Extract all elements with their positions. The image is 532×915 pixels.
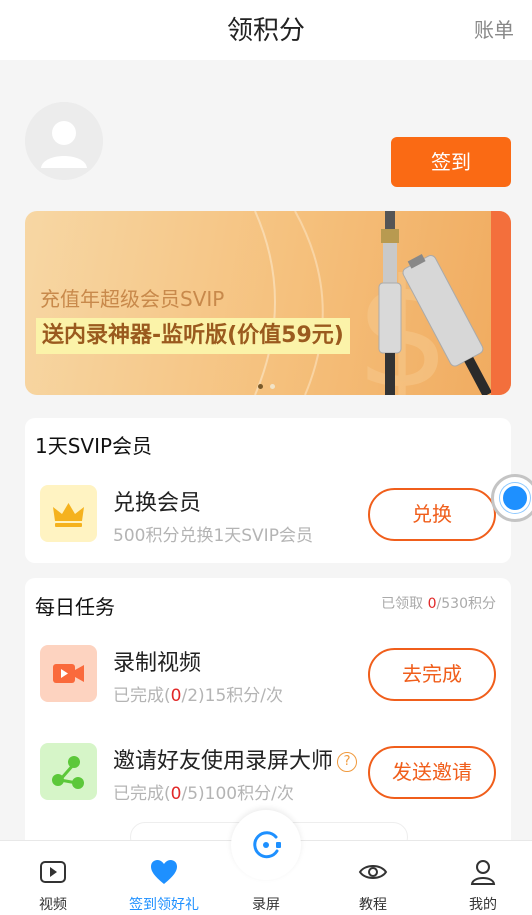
bill-link[interactable]: 账单 bbox=[474, 14, 514, 43]
go-complete-button[interactable]: 去完成 bbox=[368, 648, 496, 701]
tab-mine[interactable]: 我的 bbox=[438, 841, 528, 915]
tab-signin-gift[interactable]: 签到领好礼 bbox=[119, 841, 209, 915]
banner-subheadline: 送内录神器-监听版(价值59元) bbox=[36, 318, 350, 354]
exchange-button[interactable]: 兑换 bbox=[368, 488, 496, 541]
claimed-value: 0 bbox=[427, 596, 437, 612]
progress-prefix: 已完成( bbox=[113, 784, 171, 804]
eye-icon bbox=[358, 865, 388, 879]
crown-icon bbox=[40, 485, 97, 542]
page-title: 领积分 bbox=[226, 16, 305, 46]
svip-card: 1天SVIP会员 兑换会员 500积分兑换1天SVIP会员 兑换 bbox=[25, 418, 511, 563]
banner-headline: 充值年超级会员SVIP bbox=[40, 287, 225, 311]
task-record-video-progress: 已完成(0/2)15积分/次 bbox=[113, 681, 283, 706]
avatar[interactable] bbox=[25, 102, 103, 180]
progress-suffix: /5)100积分/次 bbox=[181, 784, 294, 804]
promo-banner[interactable]: $ 充值年超级会员SVIP 送内录神器-监听版(价值59元) bbox=[25, 211, 511, 395]
progress-suffix: /2)15积分/次 bbox=[181, 686, 284, 706]
heart-icon bbox=[151, 860, 177, 884]
invite-title-text: 邀请好友使用录屏大师 bbox=[113, 749, 334, 774]
send-invite-button[interactable]: 发送邀请 bbox=[368, 746, 496, 799]
exchange-member-title: 兑换会员 bbox=[113, 491, 202, 516]
daily-tasks-title: 每日任务 bbox=[35, 595, 115, 619]
task-invite-friends-title: 邀请好友使用录屏大师? bbox=[113, 743, 358, 775]
banner-page-indicator bbox=[258, 374, 282, 393]
indicator-dot bbox=[270, 384, 275, 389]
tab-signin-gift-label: 签到领好礼 bbox=[129, 897, 199, 913]
task-invite-friends-progress: 已完成(0/5)100积分/次 bbox=[113, 779, 294, 804]
claimed-prefix: 已领取 bbox=[381, 596, 428, 612]
progress-count: 0 bbox=[170, 686, 182, 706]
video-play-icon bbox=[40, 861, 66, 883]
claimed-points: 已领取 0/530积分 bbox=[381, 593, 496, 613]
progress-prefix: 已完成( bbox=[113, 686, 171, 706]
tab-record-label: 录屏 bbox=[252, 897, 280, 913]
signin-button[interactable]: 签到 bbox=[391, 137, 511, 187]
floating-ball-core bbox=[500, 483, 530, 513]
progress-count: 0 bbox=[170, 784, 182, 804]
floating-record-ball[interactable] bbox=[491, 474, 532, 522]
tab-tutorial[interactable]: 教程 bbox=[328, 841, 418, 915]
banner-edge-stripe bbox=[491, 211, 511, 395]
help-icon[interactable]: ? bbox=[337, 752, 358, 772]
share-icon bbox=[40, 743, 97, 800]
earphone-cable-illustration: $ bbox=[254, 211, 492, 395]
tab-record[interactable] bbox=[231, 810, 301, 880]
top-bar: 领积分 账单 bbox=[0, 0, 532, 60]
tab-tutorial-label: 教程 bbox=[359, 897, 387, 913]
user-icon bbox=[470, 860, 496, 885]
exchange-member-desc: 500积分兑换1天SVIP会员 bbox=[113, 526, 313, 546]
tab-mine-label: 我的 bbox=[469, 897, 497, 913]
record-icon bbox=[253, 831, 281, 859]
video-camera-icon bbox=[40, 645, 97, 702]
task-record-video-title: 录制视频 bbox=[113, 651, 202, 676]
user-avatar-icon bbox=[25, 102, 103, 180]
tab-video[interactable]: 视频 bbox=[8, 841, 98, 915]
tab-video-label: 视频 bbox=[39, 897, 67, 913]
claimed-suffix: /530积分 bbox=[436, 596, 496, 612]
indicator-dot-active bbox=[258, 384, 263, 389]
svip-card-title: 1天SVIP会员 bbox=[35, 434, 153, 458]
